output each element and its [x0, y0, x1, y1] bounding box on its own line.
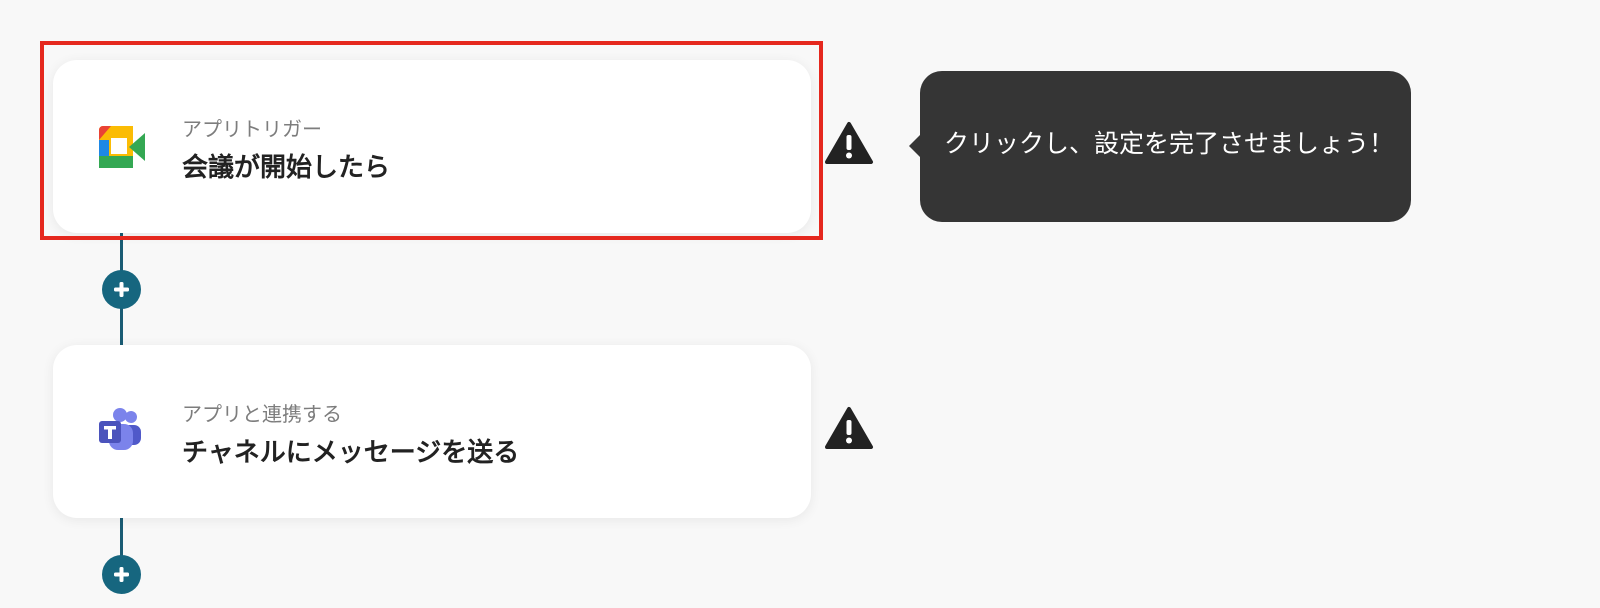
step-kicker-label: アプリと連携する [182, 402, 342, 426]
step-title: チャネルにメッセージを送る [182, 438, 520, 468]
hint-tooltip-text: クリックし、設定を完了させましょう！ [944, 129, 1395, 158]
add-step-button[interactable] [102, 270, 141, 309]
microsoft-teams-icon [99, 408, 141, 450]
plus-icon [114, 282, 129, 297]
flow-step-action-card[interactable]: アプリと連携する チャネルにメッセージを送る [53, 345, 811, 518]
step-kicker-label: アプリトリガー [182, 117, 322, 141]
plus-icon [114, 567, 129, 582]
add-step-button[interactable] [102, 555, 141, 594]
warning-icon [825, 122, 873, 164]
step-title: 会議が開始したら [182, 153, 391, 183]
warning-icon [825, 407, 873, 449]
flow-step-trigger-card[interactable]: アプリトリガー 会議が開始したら [53, 60, 811, 233]
google-meet-icon [99, 126, 145, 168]
hint-tooltip: クリックし、設定を完了させましょう！ [909, 71, 1411, 222]
